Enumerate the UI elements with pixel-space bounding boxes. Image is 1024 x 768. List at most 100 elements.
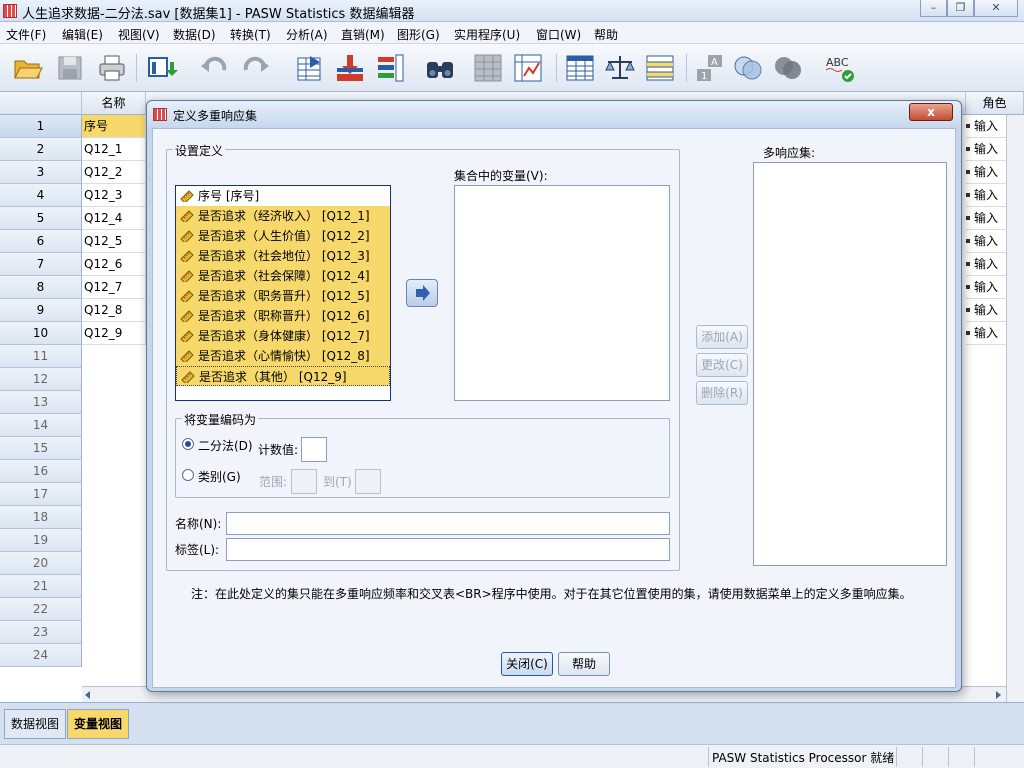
weight-cases-icon[interactable] <box>604 52 636 84</box>
use-sets-icon[interactable] <box>732 52 764 84</box>
menu-direct-marketing[interactable]: 直销(M) <box>341 26 385 43</box>
row-number[interactable]: 21 <box>0 575 82 598</box>
row-number[interactable]: 22 <box>0 598 82 621</box>
goto-case-icon[interactable] <box>294 52 326 84</box>
variable-list-item[interactable]: 是否追求（社会地位） [Q12_3] <box>176 246 390 266</box>
variable-list-item[interactable]: 是否追求（身体健康） [Q12_7] <box>176 326 390 346</box>
variable-list-item[interactable]: 是否追求（职称晋升） [Q12_6] <box>176 306 390 326</box>
variable-name-cell[interactable]: Q12_1 <box>82 138 146 161</box>
row-number[interactable]: 20 <box>0 552 82 575</box>
print-icon[interactable] <box>96 52 128 84</box>
role-cell[interactable]: 输入 <box>966 230 1006 253</box>
variable-name-cell[interactable]: 序号 <box>82 115 146 138</box>
find-icon[interactable] <box>424 52 456 84</box>
menu-file[interactable]: 文件(F) <box>6 26 46 43</box>
move-right-button[interactable] <box>406 279 438 307</box>
count-value-input[interactable] <box>301 437 327 462</box>
help-button[interactable]: 帮助 <box>558 652 610 676</box>
vertical-scrollbar[interactable] <box>1006 115 1024 702</box>
row-number[interactable]: 19 <box>0 529 82 552</box>
split-file-icon[interactable] <box>564 52 596 84</box>
variable-name-cell[interactable]: Q12_3 <box>82 184 146 207</box>
dialog-recall-icon[interactable] <box>146 52 178 84</box>
column-header[interactable]: 角色 <box>966 92 1024 115</box>
tab-variable-view[interactable]: 变量视图 <box>67 709 129 739</box>
scroll-left-icon[interactable] <box>82 689 94 701</box>
set-name-input[interactable] <box>226 512 670 535</box>
undo-icon[interactable] <box>198 52 230 84</box>
row-number[interactable]: 23 <box>0 621 82 644</box>
variable-name-cell[interactable]: Q12_8 <box>82 299 146 322</box>
variable-list-item[interactable]: 是否追求（人生价值） [Q12_2] <box>176 226 390 246</box>
redo-icon[interactable] <box>240 52 272 84</box>
row-number[interactable]: 6 <box>0 230 82 253</box>
row-number[interactable]: 17 <box>0 483 82 506</box>
variable-list-item[interactable]: 是否追求（经济收入） [Q12_1] <box>176 206 390 226</box>
set-label-input[interactable] <box>226 538 670 561</box>
close-icon[interactable]: ✕ <box>974 0 1018 17</box>
range-from-input[interactable] <box>291 469 317 494</box>
close-button[interactable]: 关闭(C) <box>501 652 553 676</box>
close-icon[interactable]: x <box>909 103 953 121</box>
tab-data-view[interactable]: 数据视图 <box>4 709 66 739</box>
variable-name-cell[interactable]: Q12_2 <box>82 161 146 184</box>
remove-button[interactable]: 删除(R) <box>696 381 748 405</box>
variables-icon[interactable] <box>374 52 406 84</box>
variable-list-item[interactable]: 是否追求（社会保障） [Q12_4] <box>176 266 390 286</box>
role-cell[interactable]: 输入 <box>966 138 1006 161</box>
insert-variable-icon[interactable] <box>512 52 544 84</box>
add-button[interactable]: 添加(A) <box>696 325 748 349</box>
role-cell[interactable]: 输入 <box>966 184 1006 207</box>
column-header[interactable]: 名称 <box>82 92 146 115</box>
row-number[interactable]: 9 <box>0 299 82 322</box>
open-icon[interactable] <box>12 52 44 84</box>
show-all-variables-icon[interactable] <box>772 52 804 84</box>
role-cell[interactable]: 输入 <box>966 253 1006 276</box>
menu-transform[interactable]: 转换(T) <box>230 26 271 43</box>
row-number[interactable]: 7 <box>0 253 82 276</box>
goto-variable-icon[interactable] <box>334 52 366 84</box>
row-number[interactable]: 2 <box>0 138 82 161</box>
row-number[interactable]: 11 <box>0 345 82 368</box>
row-number[interactable]: 5 <box>0 207 82 230</box>
categories-radio[interactable] <box>182 469 194 481</box>
source-variable-list[interactable]: 序号 [序号] 是否追求（经济收入） [Q12_1] 是否追求（人生价值） [Q12… <box>175 185 391 401</box>
role-cell[interactable]: 输入 <box>966 207 1006 230</box>
change-button[interactable]: 更改(C) <box>696 353 748 377</box>
role-cell[interactable]: 输入 <box>966 322 1006 345</box>
row-number[interactable]: 13 <box>0 391 82 414</box>
restore-icon[interactable]: ❐ <box>947 0 974 17</box>
minimize-icon[interactable]: – <box>920 0 947 17</box>
variable-name-cell[interactable]: Q12_4 <box>82 207 146 230</box>
dichotomy-radio[interactable] <box>182 438 194 450</box>
menu-utilities[interactable]: 实用程序(U) <box>454 26 520 43</box>
row-number[interactable]: 3 <box>0 161 82 184</box>
role-cell[interactable]: 输入 <box>966 276 1006 299</box>
menu-data[interactable]: 数据(D) <box>173 26 216 43</box>
variable-name-cell[interactable]: Q12_7 <box>82 276 146 299</box>
scroll-right-icon[interactable] <box>992 689 1004 701</box>
row-number[interactable]: 12 <box>0 368 82 391</box>
row-number[interactable]: 14 <box>0 414 82 437</box>
menu-view[interactable]: 视图(V) <box>118 26 160 43</box>
menu-graphs[interactable]: 图形(G) <box>397 26 440 43</box>
role-cell[interactable]: 输入 <box>966 115 1006 138</box>
save-icon[interactable] <box>54 52 86 84</box>
mr-sets-list[interactable] <box>753 162 947 566</box>
variable-name-cell[interactable]: Q12_6 <box>82 253 146 276</box>
menu-help[interactable]: 帮助 <box>594 26 618 43</box>
variable-list-item[interactable]: 是否追求（其他） [Q12_9] <box>176 366 390 386</box>
role-cell[interactable]: 输入 <box>966 161 1006 184</box>
row-number[interactable]: 18 <box>0 506 82 529</box>
select-cases-icon[interactable] <box>644 52 676 84</box>
role-cell[interactable]: 输入 <box>966 299 1006 322</box>
variable-list-item[interactable]: 序号 [序号] <box>176 186 390 206</box>
variable-name-cell[interactable]: Q12_9 <box>82 322 146 345</box>
menu-edit[interactable]: 编辑(E) <box>62 26 103 43</box>
menu-analyze[interactable]: 分析(A) <box>286 26 328 43</box>
value-labels-icon[interactable]: A1 <box>694 52 726 84</box>
row-number[interactable]: 24 <box>0 644 82 667</box>
variable-list-item[interactable]: 是否追求（心情愉快） [Q12_8] <box>176 346 390 366</box>
variable-list-item[interactable]: 是否追求（职务晋升） [Q12_5] <box>176 286 390 306</box>
variable-name-cell[interactable]: Q12_5 <box>82 230 146 253</box>
